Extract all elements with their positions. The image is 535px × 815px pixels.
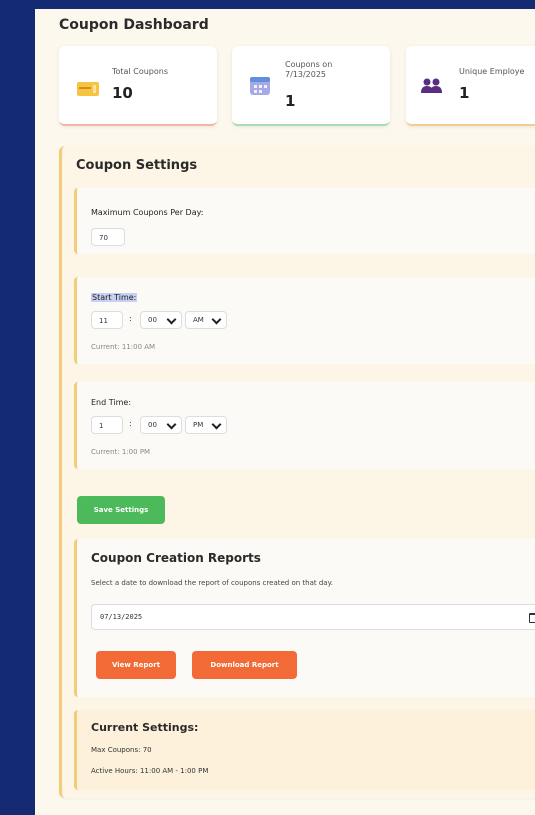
reports-title: Coupon Creation Reports (91, 551, 261, 565)
stat-value: 1 (285, 92, 296, 110)
end-ampm-value: PM (193, 421, 204, 429)
section-title: Coupon Settings (76, 158, 198, 173)
start-ampm-value: AM (193, 316, 204, 324)
stat-label: Total Coupons (112, 67, 168, 76)
stat-card-total-coupons: Total Coupons 10 (59, 46, 217, 126)
dashboard-panel: Coupon Dashboard Total Coupons 10 Coupon… (35, 9, 535, 815)
current-settings-title: Current Settings: (91, 721, 199, 734)
start-minute-select[interactable]: 00 (140, 311, 182, 329)
stat-card-coupons-today: Coupons on 7/13/2025 1 (232, 46, 390, 126)
users-icon (421, 78, 442, 93)
page-title: Coupon Dashboard (59, 17, 209, 33)
current-active-hours: Active Hours: 11:00 AM - 1:00 PM (91, 767, 209, 775)
stat-label: Unique Employe (459, 67, 525, 76)
start-time-box: Start Time: 11 : 00 AM Current: 11:00 AM (74, 277, 535, 364)
current-settings-box: Current Settings: Max Coupons: 70 Active… (74, 710, 535, 790)
start-minute-value: 00 (148, 316, 157, 324)
coupon-settings-section: Coupon Settings Maximum Coupons Per Day:… (59, 146, 535, 798)
stat-label: Coupons on 7/13/2025 (285, 60, 333, 79)
end-minute-value: 00 (148, 421, 157, 429)
reports-description: Select a date to download the report of … (91, 579, 333, 587)
chevron-down-icon (166, 419, 177, 430)
max-coupons-label: Maximum Coupons Per Day: (91, 208, 204, 217)
start-time-label-text: Start Time: (91, 293, 138, 302)
start-time-current: Current: 11:00 AM (91, 343, 156, 351)
end-time-current: Current: 1:00 PM (91, 448, 151, 456)
end-minute-select[interactable]: 00 (140, 416, 182, 434)
chevron-down-icon (211, 314, 222, 325)
start-ampm-select[interactable]: AM (185, 311, 227, 329)
calendar-picker-icon[interactable] (529, 613, 535, 623)
stat-value: 10 (112, 84, 133, 102)
current-max-coupons: Max Coupons: 70 (91, 746, 152, 754)
time-separator: : (129, 419, 132, 428)
chevron-down-icon (211, 419, 222, 430)
end-time-box: End Time: 1 : 00 PM Current: 1:00 PM (74, 382, 535, 469)
reports-box: Coupon Creation Reports Select a date to… (74, 539, 535, 697)
max-coupons-input[interactable]: 70 (91, 228, 125, 246)
time-separator: : (129, 314, 132, 323)
report-date-input[interactable]: 07/13/2025 (91, 604, 535, 630)
ticket-icon (77, 82, 99, 96)
end-ampm-select[interactable]: PM (185, 416, 227, 434)
report-date-value: 07/13/2025 (100, 613, 143, 621)
end-time-label: End Time: (91, 398, 132, 407)
calendar-icon (250, 77, 270, 95)
start-time-label: Start Time: (91, 293, 138, 302)
stat-value: 1 (459, 84, 470, 102)
download-report-button[interactable]: Download Report (192, 651, 297, 679)
stat-card-unique-employees: Unique Employe 1 (406, 46, 535, 126)
save-settings-button[interactable]: Save Settings (77, 496, 165, 524)
max-coupons-box: Maximum Coupons Per Day: 70 (74, 188, 535, 254)
chevron-down-icon (166, 314, 177, 325)
view-report-button[interactable]: View Report (96, 651, 176, 679)
end-hour-input[interactable]: 1 (91, 416, 123, 434)
start-hour-input[interactable]: 11 (91, 311, 123, 329)
